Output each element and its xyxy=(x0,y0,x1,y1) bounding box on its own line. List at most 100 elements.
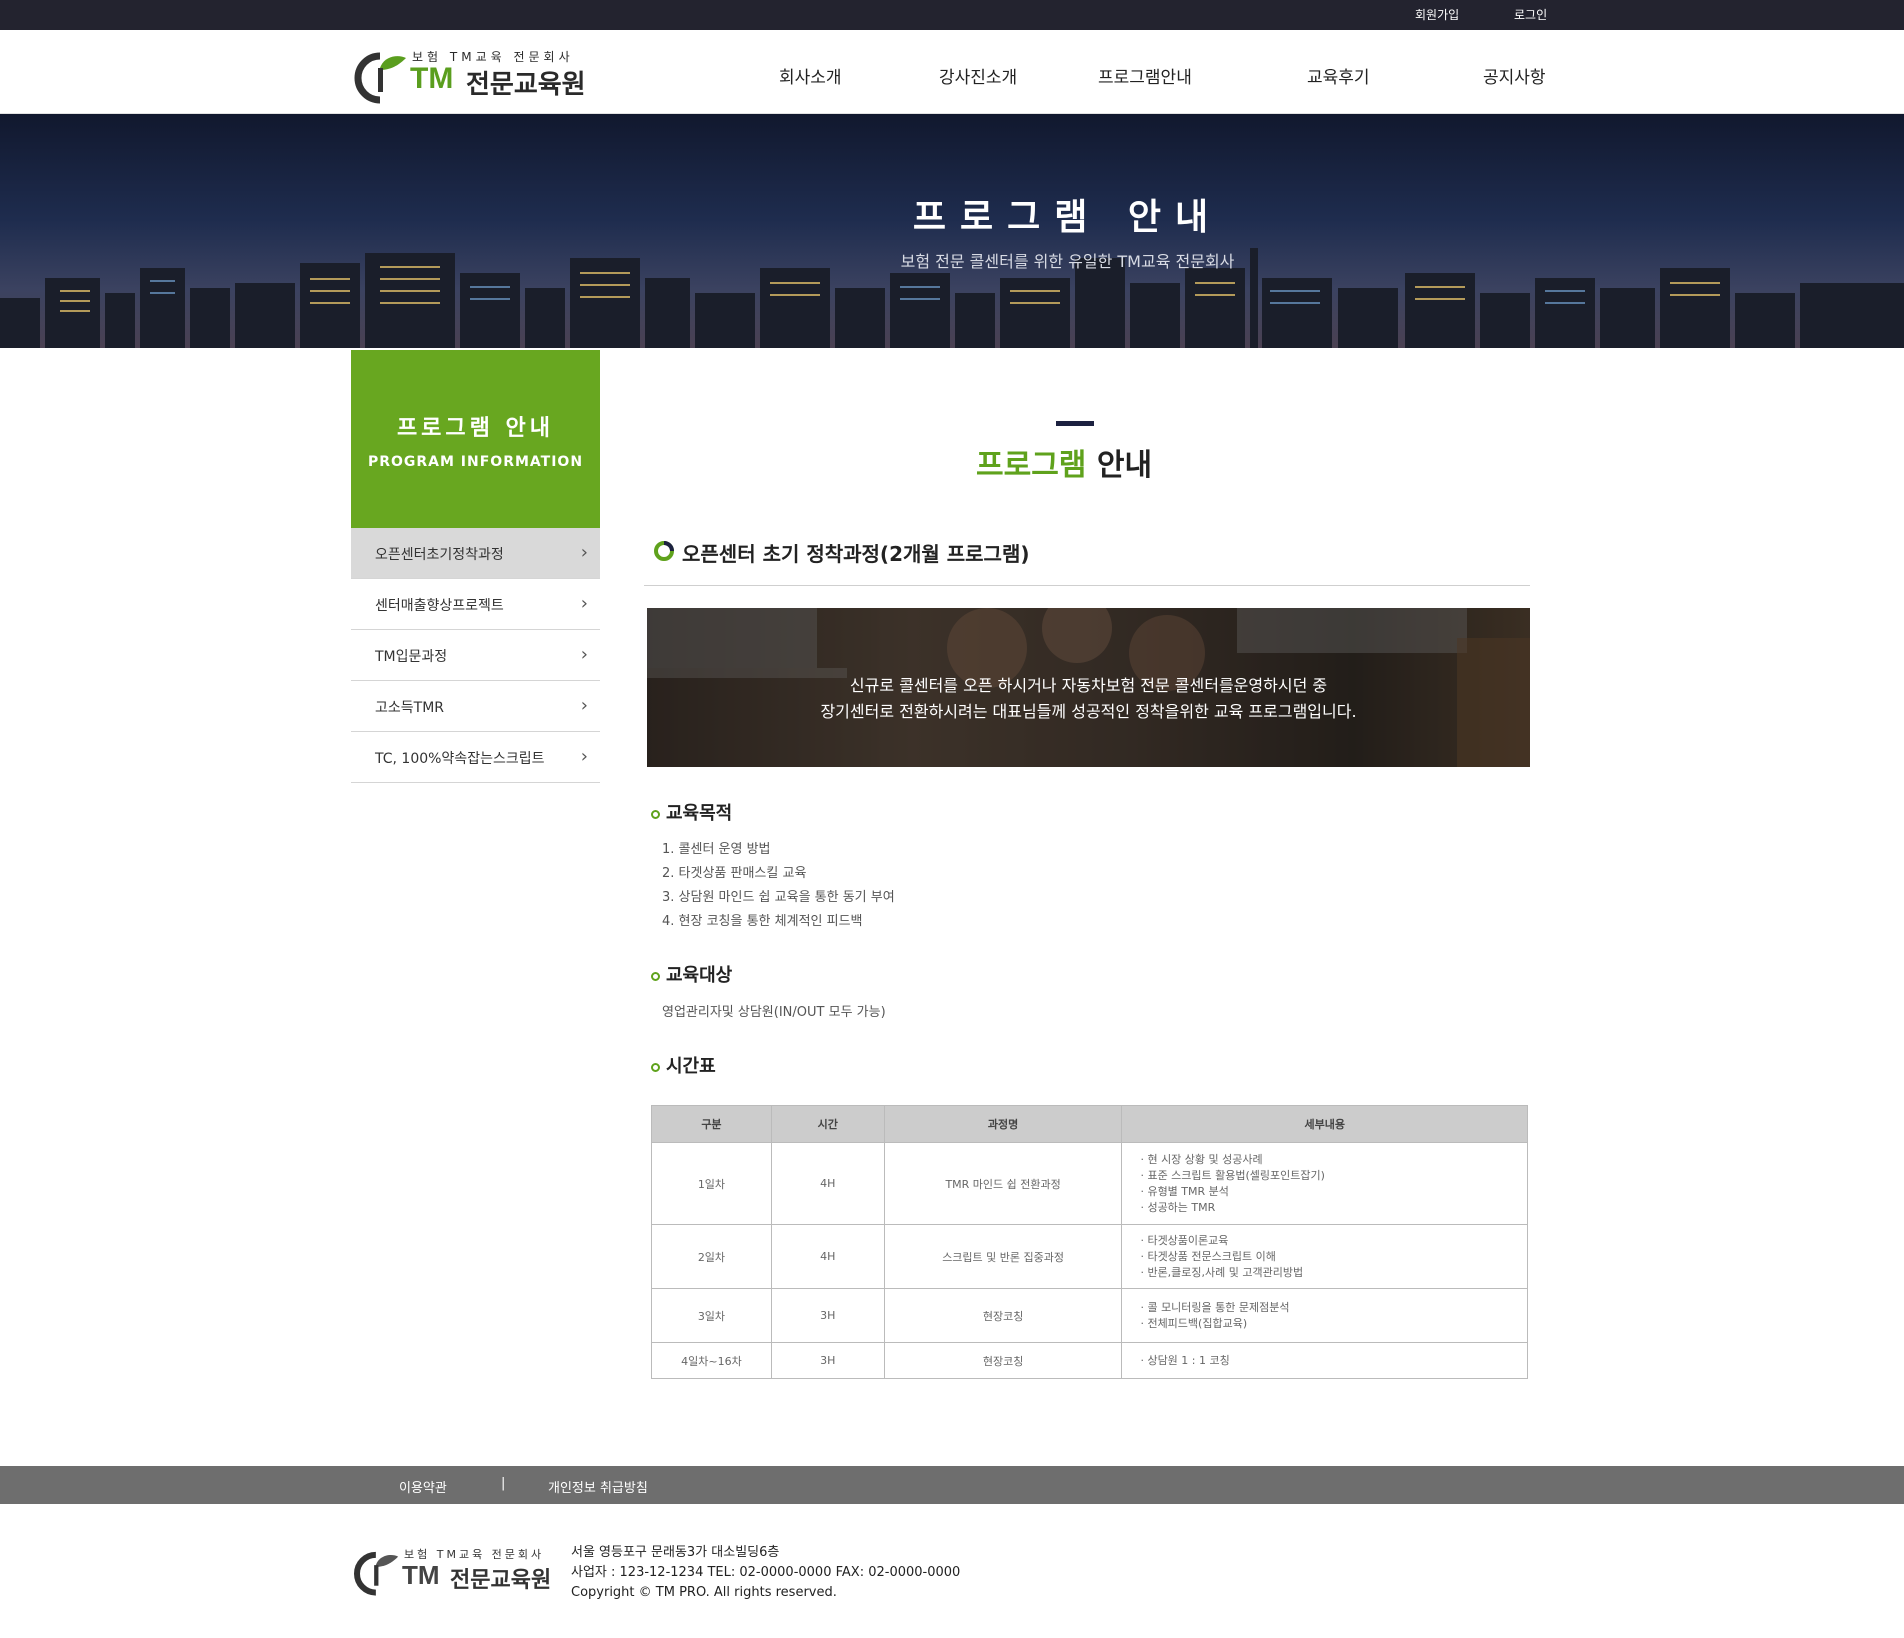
goal-list: 1. 콜센터 운영 방법 2. 타겟상품 판매스킬 교육 3. 상담원 마인드 … xyxy=(662,838,895,934)
detail-line: · 전체피드백(집합교육) xyxy=(1140,1316,1248,1330)
table-row: 2일차 4H 스크립트 및 반론 집중과정 · 타겟상품이론교육 · 타겟상품 … xyxy=(651,1224,1528,1289)
nav-notices[interactable]: 공지사항 xyxy=(1483,63,1546,88)
list-item: 1. 콜센터 운영 방법 xyxy=(662,842,771,857)
detail-line: · 타겟상품이론교육 xyxy=(1140,1233,1229,1247)
side-item-sales-project[interactable]: 센터매출향상프로젝트 › xyxy=(351,579,600,630)
footer-copyright: Copyright © TM PRO. All rights reserved. xyxy=(571,1585,837,1600)
schedule-table: 구분 시간 과정명 세부내용 1일차 4H TMR 마인드 쉽 전환과정 · 현… xyxy=(651,1105,1528,1379)
cell-day: 3일차 xyxy=(651,1288,772,1343)
table-row: 4일차~16차 3H 현장코칭 · 상담원 1 : 1 코칭 xyxy=(651,1342,1528,1379)
column-header: 세부내용 xyxy=(1121,1105,1528,1143)
footer-separator: | xyxy=(501,1476,506,1491)
goal-heading-text: 교육목적 xyxy=(666,803,733,824)
side-menu-subtitle: PROGRAM INFORMATION xyxy=(367,454,584,470)
logo-tm: TM xyxy=(410,62,454,95)
detail-line: · 상담원 1 : 1 코칭 xyxy=(1140,1353,1230,1367)
logo-leaf-icon xyxy=(354,1551,399,1596)
chevron-right-icon: › xyxy=(580,593,588,614)
title-accent-bar xyxy=(1056,421,1094,426)
cell-details: · 콜 모니터링을 통한 문제점분석 · 전체피드백(집합교육) xyxy=(1121,1288,1528,1343)
side-item-tm-intro[interactable]: TM입문과정 › xyxy=(351,630,600,681)
side-item-label: 센터매출향상프로젝트 xyxy=(375,598,504,614)
target-heading-text: 교육대상 xyxy=(666,965,733,986)
ring-bullet-icon xyxy=(651,971,660,981)
chevron-right-icon: › xyxy=(580,695,588,716)
banner-subtitle: 보험 전문 콜센터를 위한 유일한 TM교육 전문회사 xyxy=(900,252,1235,271)
side-item-label: 고소득TMR xyxy=(375,700,444,716)
footer-link-bar: 이용약관 | 개인정보 취급방침 xyxy=(0,1466,1904,1504)
cell-details: · 상담원 1 : 1 코칭 xyxy=(1121,1342,1528,1379)
nav-instructors[interactable]: 강사진소개 xyxy=(939,63,1017,88)
table-row: 1일차 4H TMR 마인드 쉽 전환과정 · 현 시장 상황 및 성공사례 ·… xyxy=(651,1142,1528,1225)
login-link[interactable]: 로그인 xyxy=(1514,6,1547,23)
chevron-right-icon: › xyxy=(580,644,588,665)
goal-heading: 교육목적 xyxy=(651,799,732,825)
side-item-script[interactable]: TC, 100%약속잡는스크립트 › xyxy=(351,732,600,783)
page-title-dark: 안내 xyxy=(1096,448,1153,483)
list-item: 2. 타겟상품 판매스킬 교육 xyxy=(662,866,807,881)
section-title: 오픈센터 초기 정착과정(2개월 프로그램) xyxy=(654,538,1030,567)
cell-time: 4H xyxy=(770,1142,885,1225)
cell-day: 2일차 xyxy=(651,1224,772,1289)
logo-leaf-icon xyxy=(354,52,406,104)
cell-course: TMR 마인드 쉽 전환과정 xyxy=(883,1142,1123,1225)
intro-text-line2: 장기센터로 전환하시려는 대표님들께 성공적인 정착을위한 교육 프로그램입니다… xyxy=(820,702,1357,721)
cell-details: · 현 시장 상황 및 성공사례 · 표준 스크립트 활용법(셀링포인트잡기) … xyxy=(1121,1142,1528,1225)
join-link[interactable]: 회원가입 xyxy=(1415,6,1459,23)
chevron-right-icon: › xyxy=(580,746,588,767)
side-item-open-center[interactable]: 오픈센터초기정착과정 › xyxy=(351,528,600,579)
side-menu: 오픈센터초기정착과정 › 센터매출향상프로젝트 › TM입문과정 › 고소득TM… xyxy=(351,528,600,783)
section-title-text: 오픈센터 초기 정착과정(2개월 프로그램) xyxy=(682,542,1030,566)
schedule-heading-text: 시간표 xyxy=(666,1056,716,1077)
chevron-right-icon: › xyxy=(580,542,588,563)
nav-company[interactable]: 회사소개 xyxy=(779,63,842,88)
target-text: 영업관리자및 상담원(IN/OUT 모두 가능) xyxy=(662,1005,886,1020)
cell-time: 3H xyxy=(770,1342,885,1379)
target-heading: 교육대상 xyxy=(651,961,732,987)
column-header: 과정명 xyxy=(883,1105,1123,1143)
side-menu-header: 프로그램 안내 PROGRAM INFORMATION xyxy=(351,350,600,528)
cell-time: 3H xyxy=(770,1288,885,1343)
ring-bullet-icon xyxy=(651,809,660,819)
detail-line: · 현 시장 상황 및 성공사례 xyxy=(1140,1152,1263,1166)
page-banner: 프로그램 안내 보험 전문 콜센터를 위한 유일한 TM교육 전문회사 xyxy=(0,114,1904,348)
ring-bullet-icon xyxy=(651,1062,660,1072)
logo-name: 전문교육원 xyxy=(466,70,586,100)
footer-logo-tm: TM xyxy=(402,1560,440,1590)
cell-day: 1일차 xyxy=(651,1142,772,1225)
terms-link[interactable]: 이용약관 xyxy=(399,1477,447,1496)
side-item-label: 오픈센터초기정착과정 xyxy=(375,547,504,563)
footer-logo: 보험 TM교육 전문회사 TM 전문교육원 xyxy=(350,1546,560,1596)
list-item: 4. 현장 코칭을 통한 체계적인 피드백 xyxy=(662,914,863,929)
detail-line: · 반론,클로징,사례 및 고객관리방법 xyxy=(1140,1265,1304,1279)
cell-course: 스크립트 및 반론 집중과정 xyxy=(883,1224,1123,1289)
detail-line: · 콜 모니터링을 통한 문제점분석 xyxy=(1140,1300,1290,1314)
cell-details: · 타겟상품이론교육 · 타겟상품 전문스크립트 이해 · 반론,클로징,사례 … xyxy=(1121,1224,1528,1289)
page-title: 프로그램 안내 xyxy=(976,440,1152,484)
intro-image-box: 신규로 콜센터를 오픈 하시거나 자동차보험 전문 콜센터를운영하시던 중 장기… xyxy=(647,608,1530,767)
side-item-high-income[interactable]: 고소득TMR › xyxy=(351,681,600,732)
top-utility-bar: 회원가입 로그인 xyxy=(0,0,1904,30)
footer-address: 서울 영등포구 문래동3가 대소빌딩6층 xyxy=(571,1545,780,1560)
page-title-green: 프로그램 xyxy=(976,448,1087,483)
banner-title: 프로그램 안내 xyxy=(912,197,1223,238)
cell-course: 현장코칭 xyxy=(883,1288,1123,1343)
nav-reviews[interactable]: 교육후기 xyxy=(1307,63,1370,88)
footer-info: 서울 영등포구 문래동3가 대소빌딩6층 사업자 : 123-12-1234 T… xyxy=(571,1543,960,1603)
side-item-label: TC, 100%약속잡는스크립트 xyxy=(375,751,545,767)
cell-course: 현장코칭 xyxy=(883,1342,1123,1379)
column-header: 시간 xyxy=(770,1105,885,1143)
cell-day: 4일차~16차 xyxy=(651,1342,772,1379)
site-header: 보험 TM교육 전문회사 TM 전문교육원 회사소개 강사진소개 프로그램안내 … xyxy=(0,30,1904,114)
footer-logo-name: 전문교육원 xyxy=(450,1568,552,1593)
intro-text-line1: 신규로 콜센터를 오픈 하시거나 자동차보험 전문 콜센터를운영하시던 중 xyxy=(849,676,1328,695)
detail-line: · 유형별 TMR 분석 xyxy=(1140,1184,1229,1198)
site-logo[interactable]: 보험 TM교육 전문회사 TM 전문교육원 xyxy=(350,44,590,104)
privacy-link[interactable]: 개인정보 취급방침 xyxy=(548,1477,648,1496)
section-divider xyxy=(644,585,1530,586)
nav-programs[interactable]: 프로그램안내 xyxy=(1098,63,1192,88)
detail-line: · 타겟상품 전문스크립트 이해 xyxy=(1140,1249,1276,1263)
table-row: 3일차 3H 현장코칭 · 콜 모니터링을 통한 문제점분석 · 전체피드백(집… xyxy=(651,1288,1528,1343)
side-item-label: TM입문과정 xyxy=(375,649,448,665)
detail-line: · 표준 스크립트 활용법(셀링포인트잡기) xyxy=(1140,1168,1325,1182)
